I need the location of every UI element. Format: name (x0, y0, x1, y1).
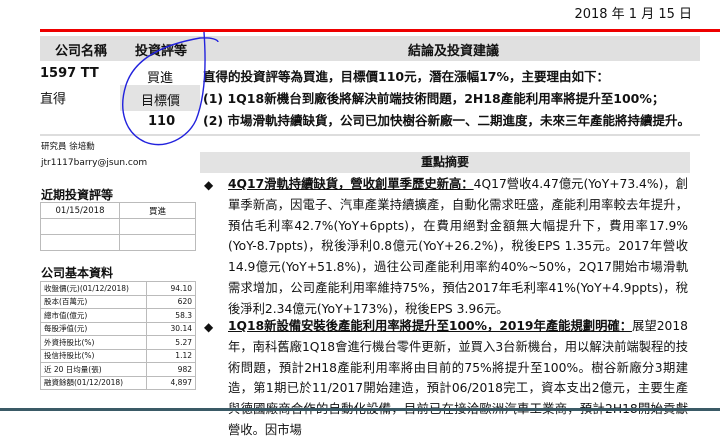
pen-annotation-circle (122, 31, 219, 146)
